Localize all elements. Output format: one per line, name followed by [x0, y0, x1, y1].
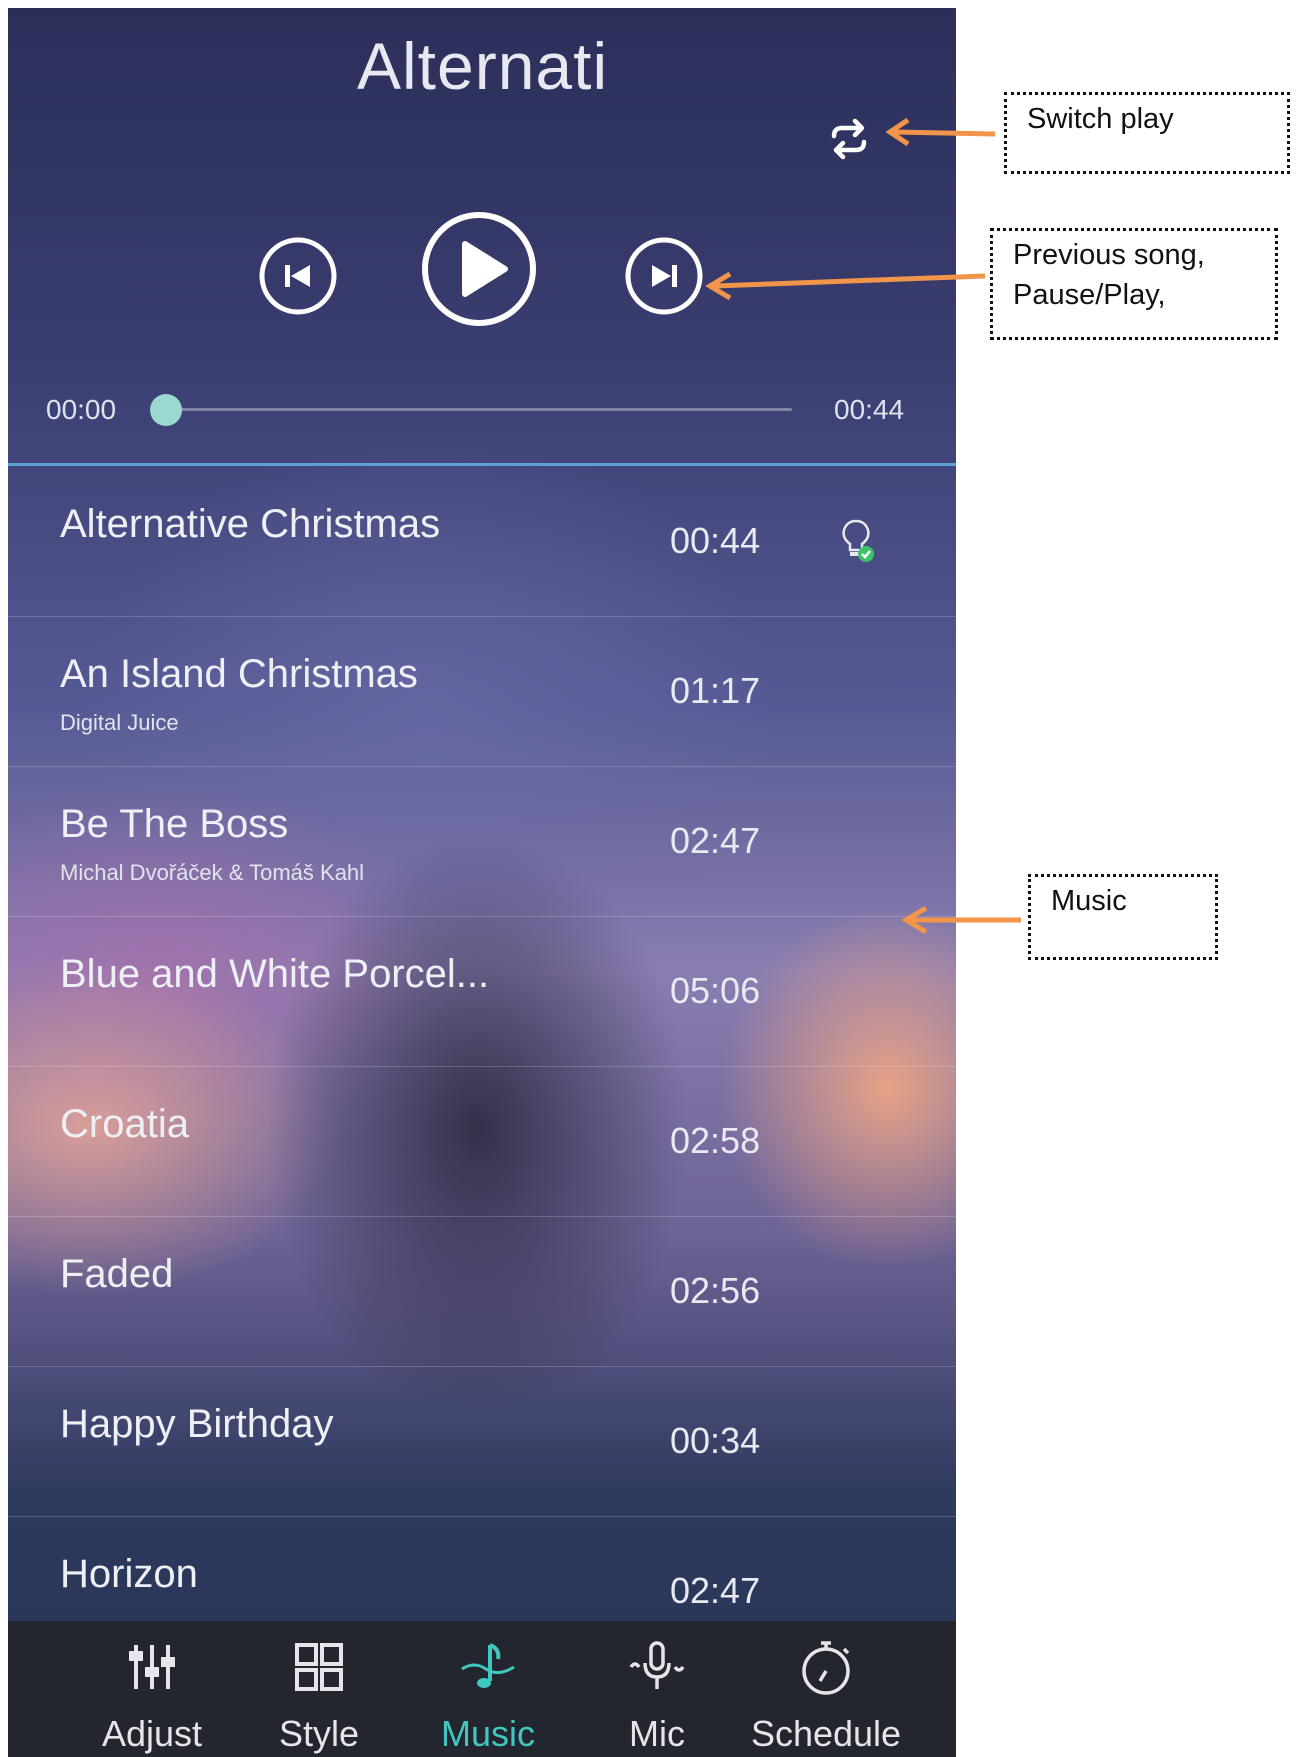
song-artist: Digital Juice	[60, 710, 179, 735]
microphone-icon	[629, 1641, 685, 1689]
callout-text: Music	[1051, 885, 1127, 917]
song-row[interactable]: Happy Birthday 00:34	[8, 1366, 956, 1517]
next-song-button[interactable]	[624, 236, 704, 316]
total-duration: 00:44	[834, 394, 905, 425]
song-row[interactable]: Alternative Christmas 00:44	[8, 466, 956, 617]
song-row[interactable]: Blue and White Porcel... 05:06	[8, 916, 956, 1067]
song-name: Alternative Christmas	[60, 502, 441, 546]
bottom-nav: Adjust Style Music Mic Schedule	[8, 1621, 956, 1757]
song-duration: 01:17	[670, 670, 761, 711]
sliders-icon	[129, 1645, 175, 1689]
grid-icon	[295, 1643, 343, 1691]
callout-controls: Previous song, Pause/Play,	[990, 228, 1278, 340]
repeat-mode-icon[interactable]	[826, 116, 872, 162]
music-note-icon	[461, 1643, 515, 1688]
song-name: Horizon	[60, 1552, 198, 1596]
bulb-check-icon[interactable]	[838, 518, 878, 564]
timer-icon	[802, 1641, 850, 1695]
song-duration: 02:47	[670, 820, 761, 861]
song-duration: 02:58	[670, 1120, 761, 1161]
previous-song-button[interactable]	[258, 236, 338, 316]
callout-text: Pause/Play,	[1013, 279, 1166, 311]
nav-mic[interactable]: Mic	[572, 1621, 742, 1757]
nav-style[interactable]: Style	[234, 1621, 404, 1757]
nav-label: Mic	[629, 1713, 685, 1754]
song-name: Faded	[60, 1252, 174, 1296]
annotation-arrow	[901, 905, 1021, 935]
song-row[interactable]: An Island Christmas Digital Juice 01:17	[8, 616, 956, 767]
song-row[interactable]: Croatia 02:58	[8, 1066, 956, 1217]
nav-label: Schedule	[750, 1713, 902, 1754]
song-duration: 00:34	[670, 1420, 761, 1461]
annotation-arrow	[885, 117, 996, 147]
nav-adjust[interactable]: Adjust	[67, 1621, 237, 1757]
nav-label: Adjust	[101, 1713, 203, 1754]
song-artist: Michal Dvořáček & Tomáš Kahl	[60, 860, 365, 885]
current-time: 00:00	[46, 394, 117, 425]
nav-label: Music	[440, 1713, 535, 1754]
song-duration: 05:06	[670, 970, 761, 1011]
callout-text: Previous song,	[1013, 239, 1205, 271]
callout-text: Switch play	[1027, 103, 1174, 135]
nav-label: Style	[278, 1713, 360, 1754]
song-duration: 02:47	[670, 1570, 761, 1611]
annotation-arrow	[705, 271, 986, 301]
song-name: Be The Boss	[60, 802, 289, 846]
song-name: Happy Birthday	[60, 1402, 334, 1446]
song-title: Alternati	[357, 29, 607, 103]
nav-music[interactable]: Music	[403, 1621, 573, 1757]
song-name: Croatia	[60, 1102, 189, 1146]
song-name: An Island Christmas	[60, 652, 418, 696]
callout-music: Music	[1028, 874, 1218, 960]
nav-schedule[interactable]: Schedule	[741, 1621, 911, 1757]
song-name: Blue and White Porcel...	[60, 952, 490, 996]
progress-knob[interactable]	[150, 394, 182, 426]
song-row[interactable]: Be The Boss Michal Dvořáček & Tomáš Kahl…	[8, 766, 956, 917]
progress-track[interactable]	[164, 408, 792, 411]
play-pause-button[interactable]	[420, 210, 538, 328]
callout-switch-play: Switch play	[1004, 92, 1290, 174]
song-row[interactable]: Faded 02:56	[8, 1216, 956, 1367]
song-duration: 02:56	[670, 1270, 761, 1311]
song-duration: 00:44	[670, 520, 761, 561]
